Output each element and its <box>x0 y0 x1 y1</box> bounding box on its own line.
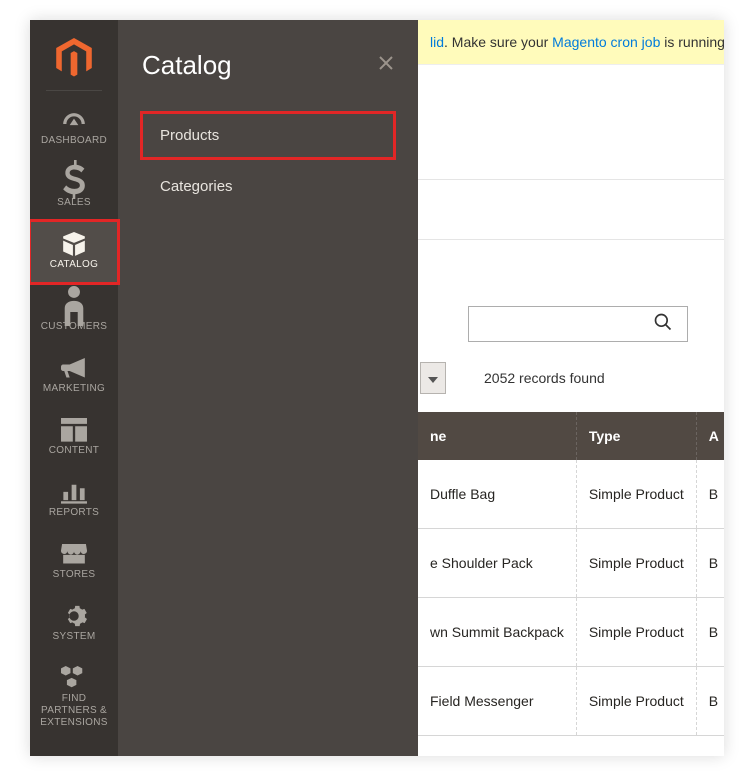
sidebar-item-stores[interactable]: STORES <box>30 531 118 593</box>
flyout-item-products[interactable]: Products <box>142 113 394 158</box>
cell-a: B <box>696 529 724 598</box>
sidebar-item-label: CATALOG <box>50 259 98 271</box>
close-icon[interactable] <box>378 55 394 76</box>
table-row[interactable]: e Shoulder Pack Simple Product B <box>418 529 724 598</box>
chevron-down-icon <box>428 371 438 386</box>
sidebar-item-system[interactable]: SYSTEM <box>30 593 118 655</box>
sidebar-item-label: CUSTOMERS <box>41 321 107 333</box>
flyout-item-categories[interactable]: Categories <box>142 164 394 209</box>
system-notice: lid. Make sure your Magento cron job is … <box>418 20 724 65</box>
dashboard-icon <box>61 109 87 131</box>
sidebar-item-label: SYSTEM <box>53 631 96 643</box>
column-header-a[interactable]: A <box>696 412 724 460</box>
cell-type: Simple Product <box>576 460 696 529</box>
sidebar-item-content[interactable]: CONTENT <box>30 407 118 469</box>
cell-name: e Shoulder Pack <box>418 529 576 598</box>
sidebar-item-label: CONTENT <box>49 445 99 457</box>
gear-icon <box>61 605 87 627</box>
table-row[interactable]: Field Messenger Simple Product B <box>418 667 724 736</box>
box-icon <box>61 233 87 255</box>
table-row[interactable]: Duffle Bag Simple Product B <box>418 460 724 529</box>
sidebar-item-label: DASHBOARD <box>41 135 107 147</box>
spacer <box>418 180 724 240</box>
sidebar-item-marketing[interactable]: MARKETING <box>30 345 118 407</box>
dollar-icon <box>61 171 87 193</box>
catalog-flyout: Catalog Products Categories <box>118 20 418 756</box>
spacer <box>418 65 724 180</box>
sidebar-item-label: MARKETING <box>43 383 105 395</box>
notice-text: is running. <box>660 34 724 50</box>
spacer <box>418 240 724 296</box>
cell-a: B <box>696 460 724 529</box>
sidebar-item-sales[interactable]: SALES <box>30 159 118 221</box>
notice-fragment: lid <box>430 34 444 50</box>
person-icon <box>61 295 87 317</box>
admin-sidebar: DASHBOARD SALES CATALOG CUSTOMERS MARKET <box>30 20 118 756</box>
flyout-item-label: Categories <box>160 178 233 195</box>
main-content: lid. Make sure your Magento cron job is … <box>418 20 724 756</box>
bars-icon <box>61 481 87 503</box>
column-header-type[interactable]: Type <box>576 412 696 460</box>
sidebar-item-label: FIND PARTNERS & EXTENSIONS <box>34 693 114 729</box>
actions-dropdown[interactable] <box>420 362 446 394</box>
blocks-icon <box>61 667 87 689</box>
sidebar-item-label: SALES <box>57 197 91 209</box>
divider <box>46 90 102 91</box>
magento-logo[interactable] <box>30 20 118 90</box>
cell-a: B <box>696 667 724 736</box>
sidebar-item-reports[interactable]: REPORTS <box>30 469 118 531</box>
flyout-title: Catalog <box>142 50 232 81</box>
records-count: 2052 records found <box>484 370 605 386</box>
cell-name: wn Summit Backpack <box>418 598 576 667</box>
table-row[interactable]: wn Summit Backpack Simple Product B <box>418 598 724 667</box>
sidebar-item-label: REPORTS <box>49 507 99 519</box>
sidebar-item-dashboard[interactable]: DASHBOARD <box>30 97 118 159</box>
cell-a: B <box>696 598 724 667</box>
layout-icon <box>61 419 87 441</box>
column-header-name[interactable]: ne <box>418 412 576 460</box>
storefront-icon <box>61 543 87 565</box>
cell-type: Simple Product <box>576 598 696 667</box>
cell-name: Duffle Bag <box>418 460 576 529</box>
cron-job-link[interactable]: Magento cron job <box>552 34 660 50</box>
megaphone-icon <box>61 357 87 379</box>
notice-text: . Make sure your <box>444 34 552 50</box>
sidebar-item-catalog[interactable]: CATALOG <box>30 221 118 283</box>
cell-name: Field Messenger <box>418 667 576 736</box>
search-icon <box>653 312 673 337</box>
sidebar-item-customers[interactable]: CUSTOMERS <box>30 283 118 345</box>
search-input[interactable] <box>468 306 688 342</box>
cell-type: Simple Product <box>576 667 696 736</box>
products-table: ne Type A Duffle Bag Simple Product B e … <box>418 412 724 736</box>
flyout-item-label: Products <box>160 127 219 144</box>
cell-type: Simple Product <box>576 529 696 598</box>
sidebar-item-partners[interactable]: FIND PARTNERS & EXTENSIONS <box>30 655 118 741</box>
sidebar-item-label: STORES <box>53 569 96 581</box>
